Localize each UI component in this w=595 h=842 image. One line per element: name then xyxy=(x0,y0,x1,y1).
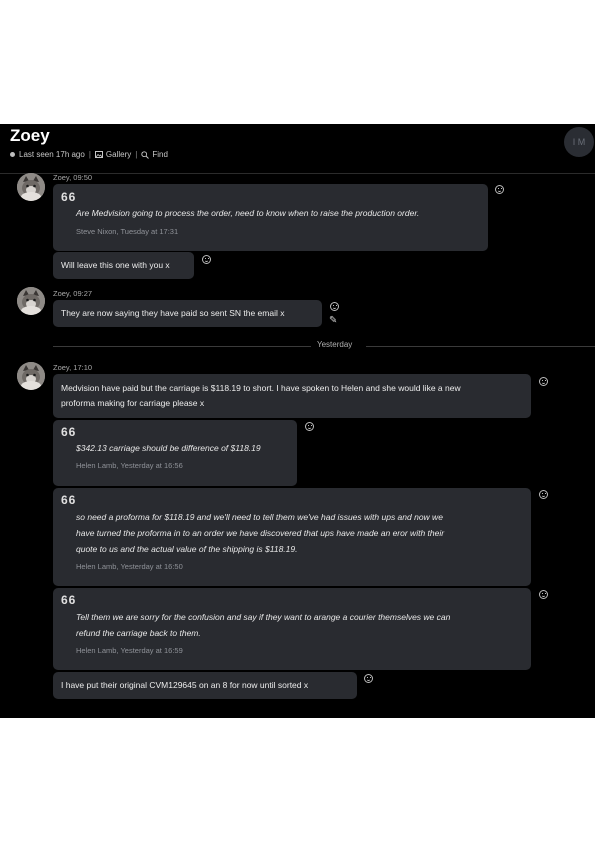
gallery-label: Gallery xyxy=(105,150,132,159)
quote-icon: 66 xyxy=(61,593,77,607)
quoted-text-line: have turned the proforma in to an order … xyxy=(76,528,445,538)
quoted-text-line: quote to us and the actual value of the … xyxy=(76,544,298,554)
smile-icon[interactable] xyxy=(305,422,314,431)
message-text-line: Medvision have paid but the carriage is … xyxy=(61,383,461,393)
find-link[interactable]: Find xyxy=(141,150,168,159)
message-text: Will leave this one with you x xyxy=(61,260,170,270)
avatar[interactable] xyxy=(17,362,45,390)
message-text-line: proforma making for carriage please x xyxy=(61,398,205,408)
avatar[interactable] xyxy=(17,287,45,315)
quoted-text-line: Tell them we are sorry for the confusion… xyxy=(76,612,451,622)
contact-name: Zoey xyxy=(10,126,50,145)
date-divider-label: Yesterday xyxy=(317,340,353,349)
image-icon xyxy=(94,151,103,158)
quote-icon: 66 xyxy=(61,493,77,507)
quote-icon: 66 xyxy=(61,425,77,439)
smile-icon[interactable] xyxy=(330,302,339,311)
message-text: I have put their original CVM129645 on a… xyxy=(61,680,309,690)
search-icon xyxy=(141,150,150,159)
header-subbar: Last seen 17h ago | Gallery | Find xyxy=(10,150,168,159)
message-bubble[interactable]: 66 Are Medvision going to process the or… xyxy=(53,184,488,251)
quote-source: Steve Nixon, Tuesday at 17:31 xyxy=(76,227,179,236)
cat-avatar-image xyxy=(17,362,45,390)
gallery-link[interactable]: Gallery xyxy=(94,150,132,159)
quote-source: Helen Lamb, Yesterday at 16:50 xyxy=(76,562,183,571)
smile-icon[interactable] xyxy=(539,490,548,499)
quoted-text-line: so need a proforma for $118.19 and we'll… xyxy=(76,512,443,522)
quoted-text: Are Medvision going to process the order… xyxy=(76,208,420,218)
cat-avatar-image xyxy=(17,173,45,201)
find-label: Find xyxy=(152,150,168,159)
message-bubble[interactable]: 66 $342.13 carriage should be difference… xyxy=(53,420,297,486)
user-avatar[interactable]: I M xyxy=(564,127,594,157)
message-bubble[interactable]: They are now saying they have paid so se… xyxy=(53,300,322,327)
last-seen-status: Last seen 17h ago xyxy=(19,150,85,159)
message-bubble[interactable]: Will leave this one with you x xyxy=(53,252,194,279)
smile-icon[interactable] xyxy=(202,255,211,264)
divider-line xyxy=(53,346,311,347)
message-text: They are now saying they have paid so se… xyxy=(61,308,285,318)
message-bubble[interactable]: 66 Tell them we are sorry for the confus… xyxy=(53,588,531,670)
message-meta: Zoey, 17:10 xyxy=(53,363,93,372)
smile-icon[interactable] xyxy=(539,377,548,386)
divider-line xyxy=(366,346,595,347)
separator: | xyxy=(135,150,138,159)
quote-source: Helen Lamb, Yesterday at 16:56 xyxy=(76,461,183,470)
message-meta: Zoey, 09:27 xyxy=(53,289,93,298)
smile-icon[interactable] xyxy=(364,674,373,683)
message-bubble[interactable]: Medvision have paid but the carriage is … xyxy=(53,374,531,418)
message-bubble[interactable]: 66 so need a proforma for $118.19 and we… xyxy=(53,488,531,586)
message-bubble[interactable]: I have put their original CVM129645 on a… xyxy=(53,672,357,699)
separator: | xyxy=(88,150,91,159)
avatar[interactable] xyxy=(17,173,45,201)
quoted-text: $342.13 carriage should be difference of… xyxy=(76,443,261,453)
message-meta: Zoey, 09:50 xyxy=(53,173,93,182)
cat-avatar-image xyxy=(17,287,45,315)
smile-icon[interactable] xyxy=(539,590,548,599)
pencil-icon[interactable]: ✎ xyxy=(329,315,337,326)
status-dot-icon xyxy=(10,152,15,157)
quoted-text-line: refund the carriage back to them. xyxy=(76,628,201,638)
smile-icon[interactable] xyxy=(495,185,504,194)
quote-icon: 66 xyxy=(61,190,77,204)
chat-window: Zoey Last seen 17h ago | Gallery | Find … xyxy=(0,124,595,718)
quote-source: Helen Lamb, Yesterday at 16:59 xyxy=(76,646,183,655)
